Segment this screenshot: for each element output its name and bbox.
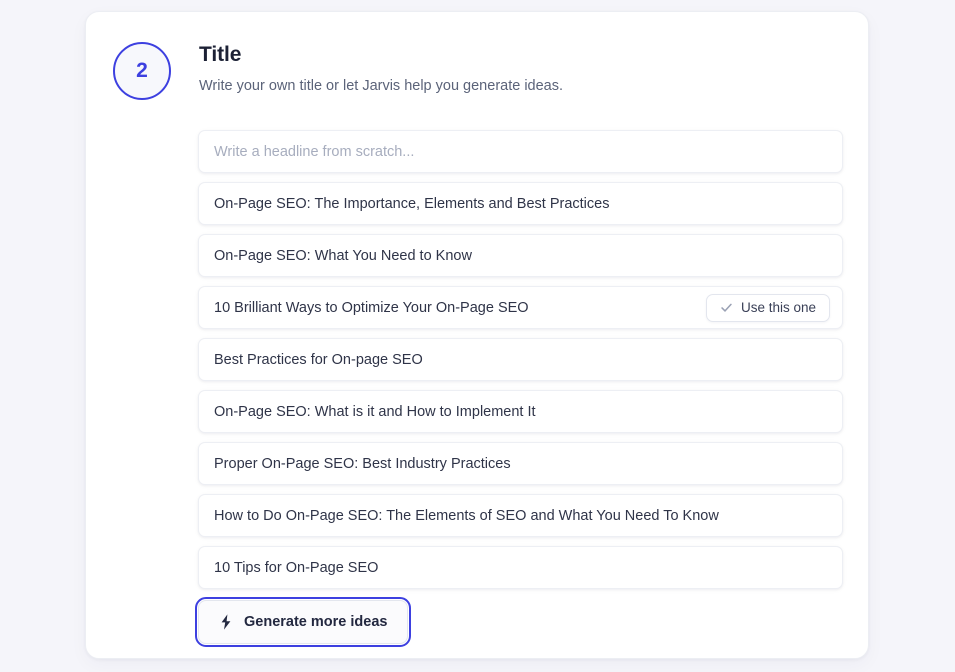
- title-suggestions-list: On-Page SEO: The Importance, Elements an…: [198, 130, 843, 598]
- page-subtitle: Write your own title or let Jarvis help …: [199, 78, 564, 94]
- suggestion-label: Proper On-Page SEO: Best Industry Practi…: [214, 455, 511, 472]
- page-title: Title: [199, 43, 242, 66]
- use-this-one-label: Use this one: [740, 300, 816, 315]
- suggestion-label: On-Page SEO: What is it and How to Imple…: [214, 403, 536, 420]
- suggestion-row-5[interactable]: On-Page SEO: What is it and How to Imple…: [198, 390, 843, 433]
- headline-input[interactable]: [199, 131, 842, 172]
- suggestion-row-2[interactable]: On-Page SEO: What You Need to Know: [198, 234, 843, 277]
- check-icon: [720, 301, 733, 314]
- use-this-one-button[interactable]: Use this one: [705, 293, 830, 322]
- lightning-bolt-icon: [219, 614, 233, 630]
- suggestion-row-8[interactable]: 10 Tips for On-Page SEO: [198, 546, 843, 589]
- suggestion-label: Best Practices for On-page SEO: [214, 351, 423, 368]
- generate-button-container: Generate more ideas: [194, 597, 412, 647]
- suggestion-row-6[interactable]: Proper On-Page SEO: Best Industry Practi…: [198, 442, 843, 485]
- generate-more-ideas-button[interactable]: Generate more ideas: [194, 597, 412, 647]
- suggestion-label: How to Do On-Page SEO: The Elements of S…: [214, 507, 719, 524]
- suggestion-row-7[interactable]: How to Do On-Page SEO: The Elements of S…: [198, 494, 843, 537]
- header-text-group: Title Write your own title or let Jarvis…: [199, 39, 563, 96]
- title-step-card: 2 Title Write your own title or let Jarv…: [85, 11, 869, 659]
- suggestion-row-3[interactable]: 10 Brilliant Ways to Optimize Your On-Pa…: [198, 286, 843, 329]
- page-root: 2 Title Write your own title or let Jarv…: [0, 0, 955, 672]
- suggestion-label: On-Page SEO: The Importance, Elements an…: [214, 195, 610, 212]
- suggestion-label: On-Page SEO: What You Need to Know: [214, 247, 472, 264]
- suggestion-row-1[interactable]: On-Page SEO: The Importance, Elements an…: [198, 182, 843, 225]
- headline-input-row[interactable]: [198, 130, 843, 173]
- card-header: 2 Title Write your own title or let Jarv…: [113, 39, 841, 100]
- suggestion-label: 10 Brilliant Ways to Optimize Your On-Pa…: [214, 299, 529, 316]
- generate-more-ideas-label: Generate more ideas: [244, 614, 388, 630]
- suggestion-label: 10 Tips for On-Page SEO: [214, 559, 379, 576]
- step-number-badge: 2: [113, 42, 171, 100]
- suggestion-row-4[interactable]: Best Practices for On-page SEO: [198, 338, 843, 381]
